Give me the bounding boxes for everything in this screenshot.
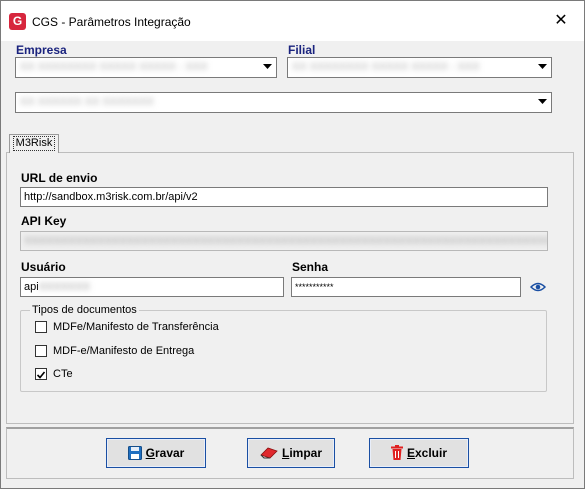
title-bar: G CGS - Parâmetros Integração ✕ (1, 1, 584, 41)
senha-input[interactable]: *********** (291, 277, 521, 297)
url-label: URL de envio (21, 171, 98, 185)
doc-types-title: Tipos de documentos (30, 304, 139, 316)
third-select[interactable]: XX XXXXXX XX XXXXXXX (15, 92, 552, 113)
cte-label[interactable]: CTe (53, 368, 73, 380)
trash-icon (390, 445, 403, 461)
eraser-icon (260, 447, 278, 459)
gravar-accel: G (145, 446, 155, 460)
filial-label: Filial (288, 43, 316, 57)
eye-icon[interactable] (530, 281, 546, 293)
cte-checkbox[interactable] (35, 368, 47, 380)
third-value: XX XXXXXX XX XXXXXXX (20, 96, 154, 108)
limpar-label: impar (289, 446, 323, 460)
usuario-value: api (24, 281, 39, 293)
usuario-input[interactable]: apiXXXXXXX (20, 277, 284, 297)
excluir-button[interactable]: Excluir (369, 438, 469, 468)
tab-m3risk[interactable]: M3Risk (9, 134, 59, 153)
gravar-label: ravar (154, 446, 185, 460)
apikey-label: API Key (21, 214, 67, 228)
mdfe-transferencia-label[interactable]: MDFe/Manifesto de Transferência (53, 321, 219, 333)
mdfe-entrega-label[interactable]: MDF-e/Manifesto de Entrega (53, 345, 194, 357)
empresa-label: Empresa (16, 43, 67, 57)
apikey-input[interactable]: XXXXXXXXXXXXXXXXXXXXXXXXXXXXXXXXXXXXXXXX… (20, 231, 548, 251)
empresa-select[interactable]: XX XXXXXXXX XXXXX XXXXX - XXX (15, 57, 277, 78)
url-input[interactable]: http://sandbox.m3risk.com.br/api/v2 (20, 187, 548, 207)
usuario-label: Usuário (21, 260, 66, 274)
close-icon[interactable]: ✕ (538, 1, 584, 41)
floppy-disk-icon (127, 445, 142, 460)
cgs-logo-icon: G (9, 13, 26, 30)
mdfe-entrega-checkbox[interactable] (35, 345, 47, 357)
chevron-down-icon[interactable] (534, 58, 551, 77)
limpar-button[interactable]: Limpar (247, 438, 335, 468)
chevron-down-icon[interactable] (259, 58, 276, 77)
tab-label: M3Risk (12, 136, 56, 151)
chevron-down-icon[interactable] (534, 93, 551, 112)
apikey-value: XXXXXXXXXXXXXXXXXXXXXXXXXXXXXXXXXXXXXXXX… (24, 235, 548, 247)
excluir-label: xcluir (415, 446, 448, 460)
excluir-accel: E (406, 446, 415, 460)
empresa-value: XX XXXXXXXX XXXXX XXXXX - XXX (20, 61, 208, 73)
senha-label: Senha (292, 260, 329, 274)
usuario-hidden: XXXXXXX (38, 281, 91, 293)
gravar-button[interactable]: Gravar (106, 438, 206, 468)
mdfe-transferencia-checkbox[interactable] (35, 321, 47, 333)
checkmark-icon (36, 371, 46, 379)
filial-value: XX XXXXXXXX XXXXX XXXXX - XXX (292, 61, 480, 73)
window-title: CGS - Parâmetros Integração (32, 15, 191, 29)
filial-select[interactable]: XX XXXXXXXX XXXXX XXXXX - XXX (287, 57, 552, 78)
